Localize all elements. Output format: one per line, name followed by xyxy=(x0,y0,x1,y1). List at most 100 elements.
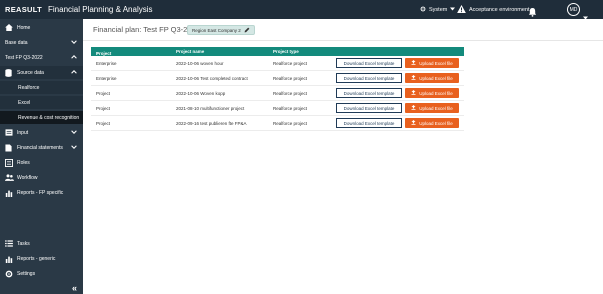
list-icon xyxy=(5,240,13,247)
sidebar-item-reports-fp[interactable]: Reports - FP specific xyxy=(0,186,83,199)
table-row: Enterprise 2022-10-06 woven hour Realfor… xyxy=(91,56,464,71)
sidebar-item-label: Base data xyxy=(5,39,28,46)
sidebar-item-label: Tasks xyxy=(17,240,30,247)
chevron-up-icon xyxy=(71,70,77,76)
upload-icon xyxy=(411,90,416,96)
cell-name: 2022-10-06 Woven kopp xyxy=(176,91,226,96)
chevron-down-icon xyxy=(71,40,77,46)
people-icon xyxy=(5,174,14,181)
sidebar-item-tasks[interactable]: Tasks xyxy=(0,237,83,250)
sidebar-item-input[interactable]: Input xyxy=(0,126,83,139)
download-template-button[interactable]: Download Excel template xyxy=(336,103,402,113)
cell-config: Enterprise xyxy=(96,61,117,66)
home-icon xyxy=(5,24,13,31)
sidebar-item-label: Reports - generic xyxy=(17,255,56,262)
sidebar-item-label: Settings xyxy=(17,270,36,277)
cell-config: Project xyxy=(96,91,111,96)
sidebar-item-label: Realforce xyxy=(18,84,40,91)
sidebar-item-home[interactable]: Home xyxy=(0,21,83,34)
sidebar-item-workflow[interactable]: Workflow xyxy=(0,171,83,184)
cell-name: 2022-10-06 Test completed contract xyxy=(176,76,248,81)
upload-file-button[interactable]: Upload Excel file xyxy=(405,88,459,98)
cell-type: Realforce project xyxy=(273,106,308,111)
sidebar-item-label: Excel xyxy=(18,99,31,106)
upload-file-button[interactable]: Upload Excel file xyxy=(405,118,459,128)
divider xyxy=(83,40,603,41)
environment-indicator: Acceptance environment xyxy=(457,5,530,15)
cell-type: Realforce project xyxy=(273,121,308,126)
pencil-icon[interactable] xyxy=(244,27,250,34)
page-title: Financial plan: Test FP Q3-2022 xyxy=(93,25,200,34)
company-selector[interactable]: Region East Company 2 xyxy=(187,25,255,35)
document-icon xyxy=(5,144,13,152)
collapse-sidebar-icon[interactable]: « xyxy=(72,283,77,293)
sidebar-item-label: Test FP Q3-2022 xyxy=(5,54,43,61)
chevron-up-icon xyxy=(71,55,77,61)
sidebar: Home Base data Test FP Q3-2022 Source da… xyxy=(0,19,83,294)
company-chip-label: Region East Company 2 xyxy=(192,27,241,33)
gear-icon xyxy=(420,6,426,14)
cell-name: 2022-09-16 test publieren fte FP&A xyxy=(176,121,247,126)
cell-type: Realforce project xyxy=(273,76,308,81)
warning-icon xyxy=(457,5,466,15)
input-icon xyxy=(5,129,13,136)
download-template-button[interactable]: Download Excel template xyxy=(336,118,402,128)
download-template-button[interactable]: Download Excel template xyxy=(336,58,402,68)
sidebar-item-label: Revenue & cost recognition xyxy=(18,114,80,121)
environment-label: Acceptance environment xyxy=(469,7,530,13)
sidebar-item-roles[interactable]: Roles xyxy=(0,156,83,169)
caret-down-icon xyxy=(450,7,456,13)
sidebar-item-test-fp[interactable]: Test FP Q3-2022 xyxy=(0,51,83,64)
table-row: Project 2022-09-16 test publieren fte FP… xyxy=(91,116,464,131)
avatar[interactable]: MD xyxy=(567,3,580,16)
upload-icon xyxy=(411,75,416,81)
system-label: System xyxy=(429,7,448,13)
table-header: Project configuration ↑ Project name Pro… xyxy=(91,47,464,61)
sidebar-item-label: Reports - FP specific xyxy=(17,189,64,196)
sidebar-item-label: Workflow xyxy=(17,174,38,181)
sidebar-item-reports-generic[interactable]: Reports - generic xyxy=(0,252,83,265)
chart-icon xyxy=(5,255,13,263)
top-bar: REASULT Financial Planning & Analysis Sy… xyxy=(0,0,603,20)
roles-icon xyxy=(4,158,14,168)
sidebar-item-realforce[interactable]: Realforce xyxy=(0,81,83,94)
chevron-down-icon xyxy=(71,130,77,136)
projects-table: Project configuration ↑ Project name Pro… xyxy=(91,47,464,131)
upload-icon xyxy=(411,120,416,126)
cell-type: Realforce project xyxy=(273,91,308,96)
upload-file-button[interactable]: Upload Excel file xyxy=(405,73,459,83)
table-row: Project 2022-10-06 Woven kopp Realforce … xyxy=(91,86,464,101)
sidebar-item-revenue-cost[interactable]: Revenue & cost recognition xyxy=(0,111,83,124)
sidebar-item-source-data[interactable]: Source data xyxy=(0,66,83,79)
database-icon xyxy=(5,69,13,77)
cell-config: Project xyxy=(96,106,111,111)
sidebar-item-label: Source data xyxy=(17,69,44,76)
sidebar-item-base-data[interactable]: Base data xyxy=(0,36,83,49)
column-header-name[interactable]: Project name xyxy=(176,49,204,54)
sidebar-item-settings[interactable]: Settings xyxy=(0,267,83,280)
column-header-type[interactable]: Project type xyxy=(273,49,299,54)
sidebar-item-label: Home xyxy=(17,24,31,31)
upload-icon xyxy=(411,105,416,111)
table-row: Enterprise 2022-10-06 Test completed con… xyxy=(91,71,464,86)
app-title: Financial Planning & Analysis xyxy=(48,4,153,14)
chart-icon xyxy=(5,189,13,197)
cell-config: Enterprise xyxy=(96,76,117,81)
sidebar-item-label: Roles xyxy=(17,159,30,166)
sidebar-item-excel[interactable]: Excel xyxy=(0,96,83,109)
sidebar-item-label: Financial statements xyxy=(17,144,63,151)
cell-type: Realforce project xyxy=(273,61,308,66)
cell-name: 2022-10-06 woven hour xyxy=(176,61,224,66)
sidebar-item-label: Input xyxy=(17,129,29,136)
upload-file-button[interactable]: Upload Excel file xyxy=(405,58,459,68)
sidebar-item-financial-statements[interactable]: Financial statements xyxy=(0,141,83,154)
cell-name: 2021-08-10 multifunctioner project xyxy=(176,106,245,111)
download-template-button[interactable]: Download Excel template xyxy=(336,88,402,98)
upload-file-button[interactable]: Upload Excel file xyxy=(405,103,459,113)
brand-logo[interactable]: REASULT xyxy=(5,5,42,14)
system-menu[interactable]: System xyxy=(420,6,456,14)
upload-icon xyxy=(411,60,416,66)
cell-config: Project xyxy=(96,121,111,126)
download-template-button[interactable]: Download Excel template xyxy=(336,73,402,83)
main-content: Financial plan: Test FP Q3-2022 Region E… xyxy=(83,19,603,294)
